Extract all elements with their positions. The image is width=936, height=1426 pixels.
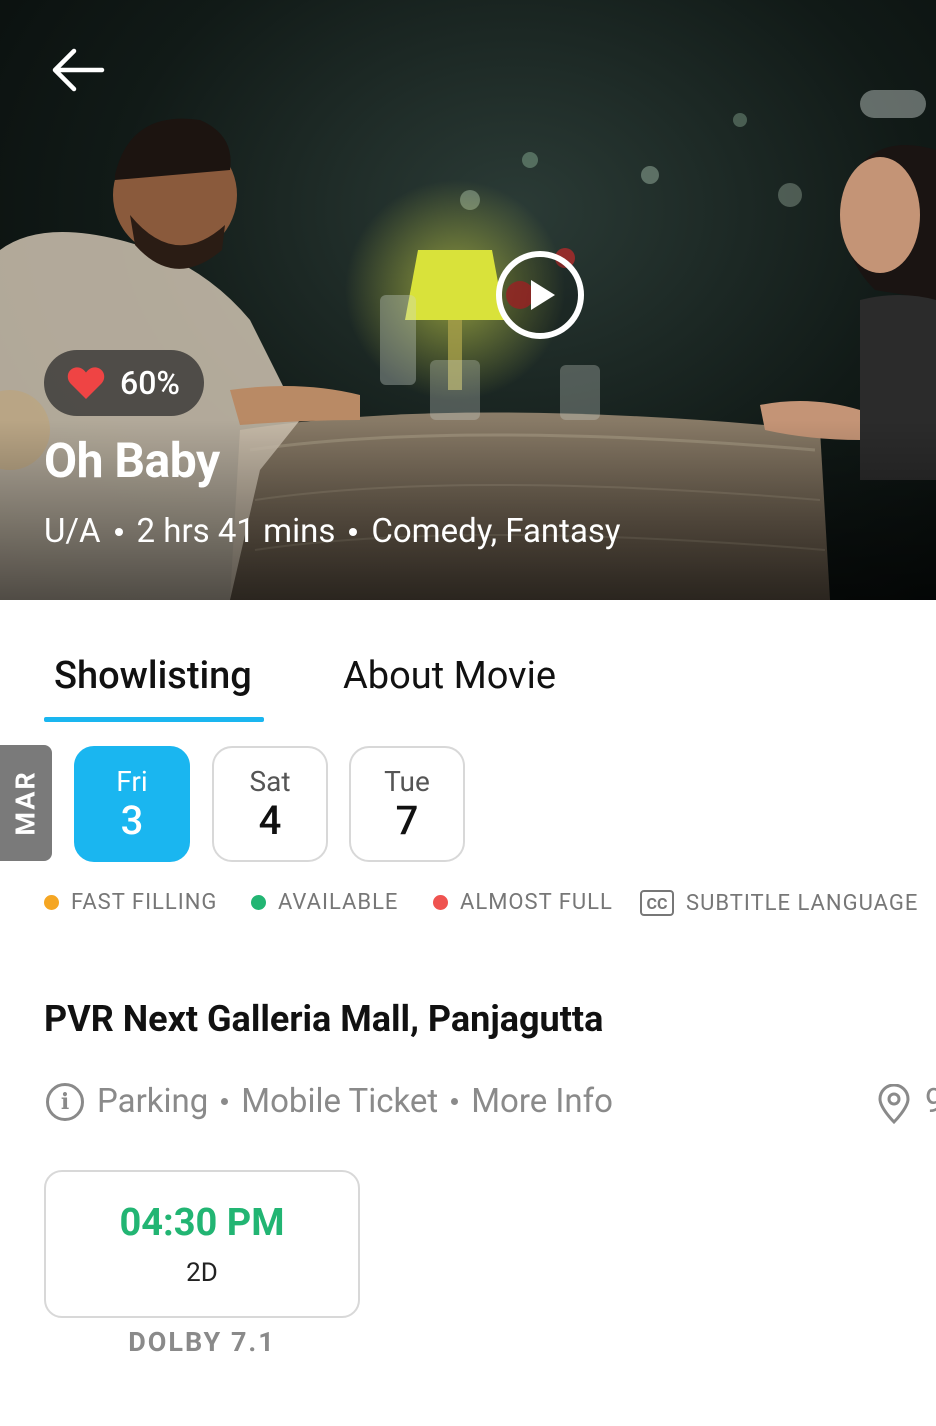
date-card-tue-7[interactable]: Tue 7	[349, 746, 465, 862]
cinema-name[interactable]: PVR Next Galleria Mall, Panjagutta	[44, 998, 603, 1040]
date-card-sat-4[interactable]: Sat 4	[212, 746, 328, 862]
legend-almost-full: ALMOST FULL	[433, 890, 613, 915]
showtime-button[interactable]: 04:30 PM 2D	[44, 1170, 360, 1318]
info-icon[interactable]: i	[46, 1082, 84, 1121]
movie-meta: U/A 2 hrs 41 mins Comedy, Fantasy	[44, 512, 621, 551]
separator-dot	[221, 1098, 229, 1105]
availability-legend: FAST FILLING AVAILABLE ALMOST FULL CC SU…	[0, 890, 936, 922]
date-day: Fri	[116, 765, 148, 798]
movie-title: Oh Baby	[44, 432, 220, 489]
showtime: 04:30 PM	[119, 1201, 285, 1245]
rating-percentage: 60%	[120, 364, 180, 402]
info-mobile-ticket: Mobile Ticket	[241, 1082, 439, 1121]
rating-badge: 60%	[44, 350, 204, 416]
play-trailer-button[interactable]	[495, 250, 585, 340]
tab-bar: Showlisting About Movie	[0, 640, 936, 724]
tab-showlisting[interactable]: Showlisting	[54, 654, 252, 698]
show-format: 2D	[186, 1258, 218, 1288]
arrow-left-icon	[52, 48, 105, 92]
sound-format-label: DOLBY 7.1	[128, 1326, 276, 1358]
active-tab-indicator	[44, 717, 264, 722]
back-button[interactable]	[46, 42, 110, 98]
date-number: 3	[120, 797, 144, 844]
hero-background-image	[0, 90, 936, 600]
separator-dot	[451, 1098, 459, 1105]
closed-caption-icon: CC	[640, 890, 674, 916]
location-pin-icon[interactable]	[876, 1084, 912, 1124]
separator-dot	[349, 527, 358, 536]
distance-text: 9	[925, 1082, 936, 1121]
tab-about-movie[interactable]: About Movie	[343, 654, 556, 698]
fast-filling-dot-icon	[44, 895, 59, 910]
month-label: MAR	[0, 745, 52, 861]
legend-fast-filling: FAST FILLING	[44, 890, 217, 915]
separator-dot	[114, 527, 123, 536]
info-more-info[interactable]: More Info	[471, 1082, 613, 1121]
duration: 2 hrs 41 mins	[136, 512, 336, 551]
date-day: Tue	[384, 765, 430, 798]
available-dot-icon	[251, 895, 266, 910]
certification: U/A	[44, 512, 101, 551]
play-icon	[496, 251, 584, 339]
heart-icon	[67, 367, 105, 399]
info-parking: Parking	[97, 1082, 209, 1121]
date-number: 4	[258, 797, 282, 844]
date-day: Sat	[249, 765, 291, 798]
date-number: 7	[395, 797, 419, 844]
cinema-info-row: i Parking Mobile Ticket More Info	[46, 1082, 613, 1121]
date-card-fri-3[interactable]: Fri 3	[74, 746, 190, 862]
almost-full-dot-icon	[433, 895, 448, 910]
legend-available: AVAILABLE	[251, 890, 398, 915]
legend-subtitle-language: CC SUBTITLE LANGUAGE	[640, 890, 918, 916]
genres: Comedy, Fantasy	[371, 512, 621, 551]
hero-banner: 60% Oh Baby U/A 2 hrs 41 mins Comedy, Fa…	[0, 0, 936, 600]
